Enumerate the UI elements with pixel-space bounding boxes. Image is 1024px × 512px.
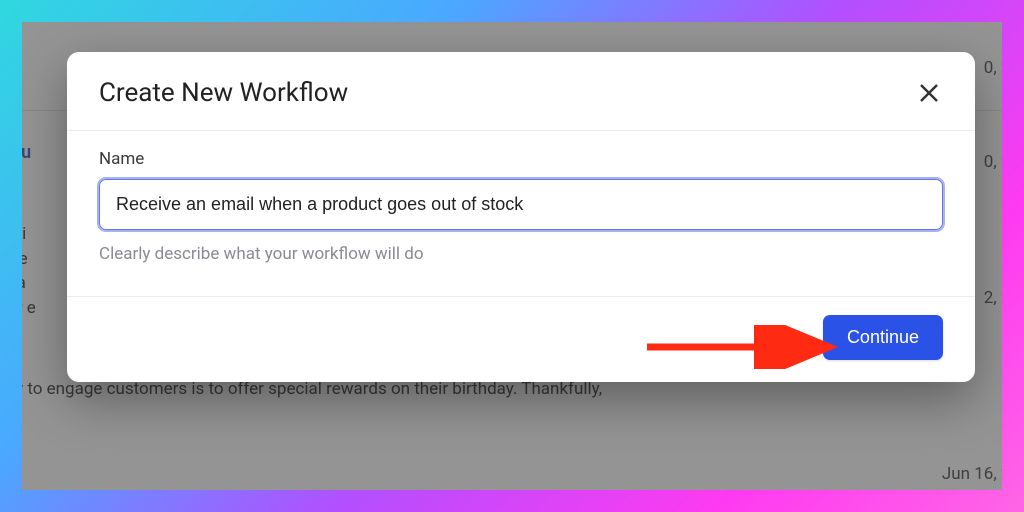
gradient-frame: 0, 20 0, 20 2, 20 Jun 16, 20 g Ou opi ga… — [0, 0, 1024, 512]
close-icon — [918, 82, 940, 104]
name-label: Name — [99, 149, 943, 169]
modal-body: Name Clearly describe what your workflow… — [67, 130, 975, 297]
modal-header: Create New Workflow — [67, 52, 975, 130]
modal-footer: Continue — [67, 297, 975, 382]
close-button[interactable] — [915, 79, 943, 107]
modal-title: Create New Workflow — [99, 78, 348, 108]
app-background: 0, 20 0, 20 2, 20 Jun 16, 20 g Ou opi ga… — [22, 22, 1002, 490]
continue-button[interactable]: Continue — [823, 315, 943, 360]
workflow-name-input[interactable] — [99, 179, 943, 230]
create-workflow-modal: Create New Workflow Name Clearly describ… — [67, 52, 975, 382]
helper-text: Clearly describe what your workflow will… — [99, 244, 943, 264]
